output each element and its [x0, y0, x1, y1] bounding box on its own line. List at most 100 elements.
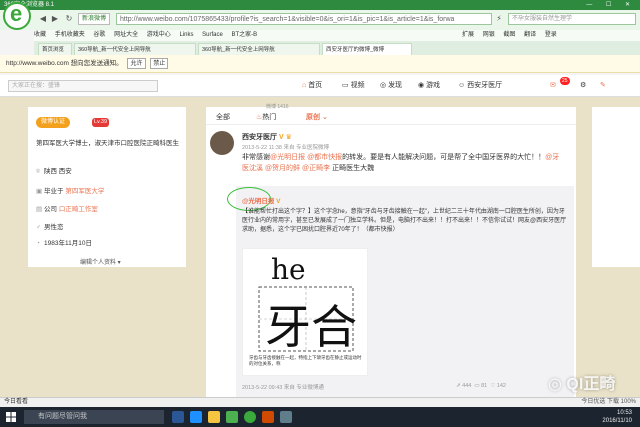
nav-video-label: 视频 — [350, 82, 365, 89]
profile-location: ⌾ 陕西 西安 — [36, 168, 72, 175]
nav-home[interactable]: ⌂ 首页 — [302, 80, 322, 92]
tab-hot[interactable]: ♨热门 — [256, 112, 276, 122]
screenshot-button[interactable]: 截图 — [503, 32, 515, 38]
status-bar: 今日看看 今日优选 下载 100% — [0, 397, 640, 407]
level-badge[interactable]: Lv.39 — [92, 118, 110, 127]
share-count[interactable]: 444 — [462, 383, 471, 389]
file-explorer-icon[interactable] — [208, 411, 220, 423]
compose-icon[interactable]: ✎ — [600, 80, 606, 92]
company-link[interactable]: 口正畸工作室 — [59, 206, 98, 213]
bookmark-item[interactable]: Surface — [202, 32, 223, 38]
mention-link[interactable]: @光明日报 — [270, 154, 305, 161]
mention-link[interactable]: @贺月的鲜 — [265, 165, 300, 172]
home-icon: ⌂ — [302, 82, 307, 89]
message-count-badge: 25 — [560, 77, 570, 85]
clock-time: 10:53 — [616, 410, 632, 416]
task-view-icon[interactable] — [172, 411, 184, 423]
feed-count: 微博 1416 — [266, 104, 289, 110]
nav-video[interactable]: ▭ 视频 — [342, 80, 365, 92]
post-text: 非常感谢@光明日报 @都市快报的转发。要是有人能解决问题，可是帮了全中国牙医界的… — [242, 154, 560, 172]
refresh-icon[interactable]: ↻ — [64, 14, 74, 24]
bookmark-item[interactable]: 收藏 — [34, 32, 46, 38]
edit-profile-link[interactable]: 编辑个人资料 ▾ — [80, 257, 121, 266]
profile-gender: ♂ 男性恋 — [36, 224, 64, 231]
game-icon: ◉ — [418, 82, 425, 89]
mail-badge[interactable]: 新浪微博 — [78, 13, 111, 25]
post-author[interactable]: 西安牙医厅 V ♛ — [242, 132, 292, 142]
edge-browser-icon[interactable] — [190, 411, 202, 423]
tab-home[interactable]: 首页浏览 — [38, 43, 72, 55]
mention-link[interactable]: @都市快报 — [307, 154, 342, 161]
messages-icon[interactable]: ✉ — [550, 80, 556, 92]
office-icon[interactable] — [262, 411, 274, 423]
repost-author[interactable]: @光明日报 V — [242, 195, 281, 205]
avatar[interactable] — [210, 131, 234, 155]
watermark: ◎ QI正畸 — [548, 376, 616, 393]
settings-gear-icon[interactable]: ⚙ — [580, 80, 586, 92]
bookmark-item[interactable]: 网址大全 — [114, 32, 138, 38]
verified-badge[interactable]: 微博认证 — [36, 117, 71, 128]
status-right[interactable]: 今日优选 下载 100% — [581, 398, 636, 407]
comment-icon[interactable]: ▭ — [474, 383, 479, 389]
taskbar-search-input[interactable]: 有问题尽管问我 — [24, 410, 164, 424]
mention-link[interactable]: @正畸李 — [302, 165, 330, 172]
crown-icon: ♛ — [285, 134, 292, 141]
post-time[interactable]: 2013-5-22 11:38 来自 专业医院微博 — [242, 143, 329, 151]
tab-weibo-active[interactable]: 西安牙医厅的微博_微博 — [322, 43, 412, 55]
system-clock[interactable]: 10:53 2016/11/10 — [602, 409, 632, 425]
window-controls[interactable]: — ☐ ✕ — [586, 0, 636, 10]
tab-all[interactable]: 全部 — [216, 112, 230, 122]
school-link[interactable]: 第四军医大学 — [65, 188, 104, 195]
bookmarks-bar: 收藏 手机收藏夹 谷歌 网址大全 游戏中心 Links Surface BT之家… — [34, 30, 640, 41]
he-character-image[interactable]: he 牙合 牙齿与牙齿接触在一起，特指上下颌牙齿在静止或运动时的对位关系，称 — [242, 248, 368, 376]
bookmark-item[interactable]: Links — [179, 32, 193, 38]
tab-360-nav-1[interactable]: 360导航_新一代安全上网导航 — [74, 43, 196, 55]
tab-original[interactable]: 原创 ⌄ — [306, 112, 328, 122]
right-sidebar — [592, 107, 640, 267]
login-button[interactable]: 登录 — [545, 32, 557, 38]
repost-meta[interactable]: 2013-5-22 09:43 来自 专业微博通 — [242, 383, 324, 391]
content-area: 微博认证 Lv.39 第四军医大学博士，淑天津市口腔医院正畸科医生 ⌾ 陕西 西安… — [0, 97, 640, 397]
weibo-search-input[interactable]: 大家正在搜：盛锋 — [8, 80, 158, 92]
nav-game[interactable]: ◉ 游戏 — [418, 80, 440, 92]
allow-button[interactable]: 允许 — [127, 58, 146, 69]
search-input[interactable]: 不孕女服装自然生理学 — [508, 13, 636, 25]
comment-count[interactable]: 81 — [481, 383, 487, 389]
bookmark-item[interactable]: 手机收藏夹 — [55, 32, 85, 38]
back-arrow-icon[interactable]: ◀ — [38, 14, 48, 24]
tab-360-nav-2[interactable]: 360导航_新一代安全上网导航 — [198, 43, 320, 55]
360-browser-taskbar-icon[interactable] — [244, 411, 256, 423]
discover-icon: ◎ — [380, 82, 387, 89]
nav-home-label: 首页 — [308, 82, 323, 89]
user-icon: ☺ — [458, 82, 466, 89]
forward-arrow-icon[interactable]: ▶ — [50, 14, 60, 24]
extension-button[interactable]: 扩展 — [462, 32, 474, 38]
feed-filter-tabs: 微博 1416 全部 ♨热门 原创 ⌄ — [206, 104, 576, 125]
nav-discover-label: 发现 — [388, 82, 403, 89]
profile-school: ▣ 毕业于 第四军医大学 — [36, 188, 105, 195]
bookmark-item[interactable]: BT之家-B — [231, 32, 257, 38]
translate-button[interactable]: 翻译 — [524, 32, 536, 38]
nav-discover[interactable]: ◎ 发现 — [380, 80, 402, 92]
app-icon[interactable] — [280, 411, 292, 423]
briefcase-icon: ▤ — [36, 206, 43, 213]
status-left[interactable]: 今日看看 — [4, 399, 28, 405]
lightning-icon[interactable]: ⚡ — [494, 14, 504, 24]
browser-titlebar: 360安全浏览器 8.1 — ☐ ✕ — [0, 0, 640, 10]
repost-stats: ⇗ 444 ▭ 81 ♡ 142 — [456, 383, 506, 389]
store-icon[interactable] — [226, 411, 238, 423]
like-icon[interactable]: ♡ — [490, 383, 495, 389]
block-button[interactable]: 禁止 — [150, 58, 169, 69]
bank-button[interactable]: 网银 — [483, 32, 495, 38]
url-input[interactable]: http://www.weibo.com/1075865433/profile?… — [116, 13, 492, 25]
like-count[interactable]: 142 — [497, 383, 506, 389]
share-icon[interactable]: ⇗ — [456, 383, 461, 389]
wechat-icon: ◎ — [548, 376, 562, 393]
gender-icon: ♂ — [36, 224, 41, 231]
nav-profile[interactable]: ☺ 西安牙医厅 — [458, 80, 502, 92]
school-icon: ▣ — [36, 188, 43, 195]
bookmark-item[interactable]: 游戏中心 — [147, 32, 171, 38]
chevron-down-icon: ⌄ — [321, 114, 328, 121]
bookmark-item[interactable]: 谷歌 — [93, 32, 105, 38]
windows-start-icon[interactable] — [6, 412, 16, 422]
